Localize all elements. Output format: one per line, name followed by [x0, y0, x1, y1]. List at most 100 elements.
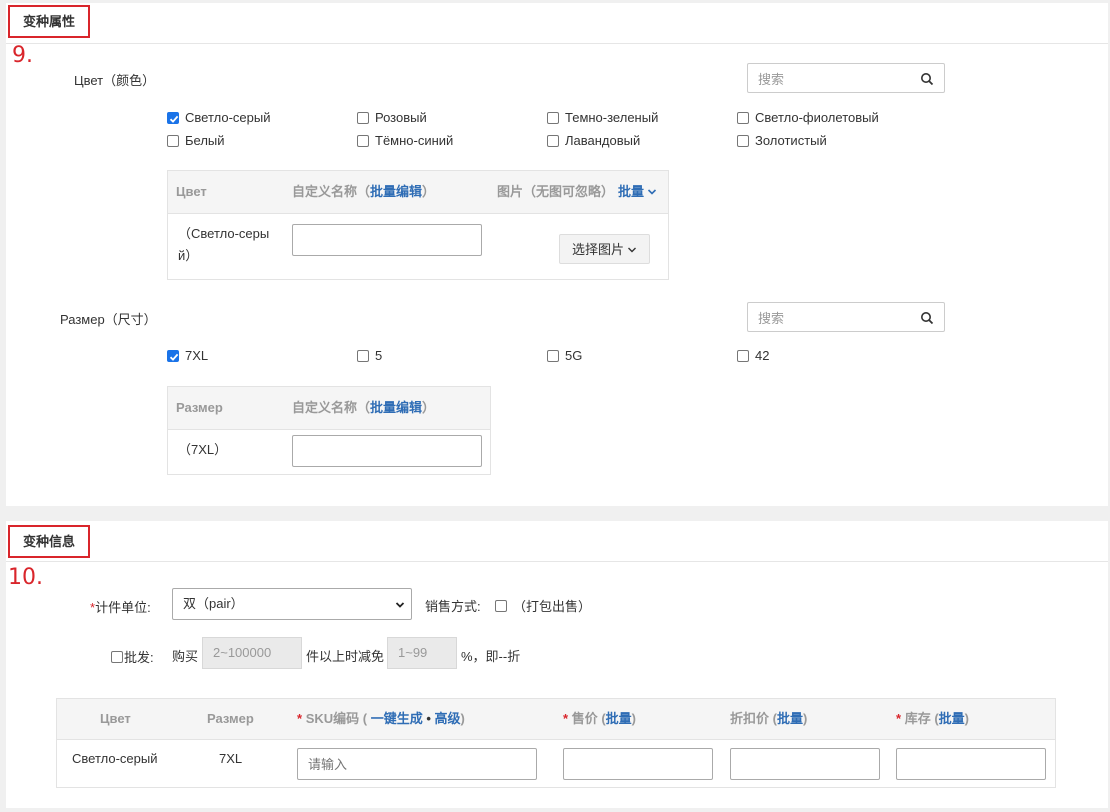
checkbox[interactable] — [357, 111, 369, 124]
variant-attributes-panel: 变种属性 9. Цвет（颜色） Светло-серый Розовый Те… — [6, 3, 1108, 506]
discount-header-text: 折扣价 — [730, 711, 770, 726]
search-icon[interactable] — [920, 72, 934, 86]
size-variant-table: Размер 自定义名称（批量编辑） （7XL） — [167, 386, 491, 475]
column-header-stock: * 库存 (批量) — [896, 711, 970, 726]
unit-label: *计件单位: — [90, 597, 151, 616]
select-image-button[interactable]: 选择图片 — [559, 234, 651, 264]
column-header-sku: * SKU编码 ( 一键生成 • 高级) — [297, 711, 465, 726]
stock-header-text: 库存 — [904, 711, 931, 726]
discount-price-input[interactable] — [730, 748, 880, 780]
size-attribute-label: Размер（尺寸） — [60, 312, 157, 327]
column-header-discount: 折扣价 (批量) — [730, 711, 808, 726]
generate-sku-link[interactable]: 一键生成 — [371, 711, 423, 726]
color-variant-table: Цвет 自定义名称（批量编辑） 图片（无图可忽略） 批量 （Светло-сер… — [167, 170, 669, 280]
color-option-svetlo-fioletovyy[interactable]: Светло-фиолетовый — [737, 110, 879, 125]
checkbox-checked[interactable] — [167, 111, 179, 124]
option-label: Темно-зеленый — [565, 110, 659, 125]
stock-batch-link[interactable]: 批量 — [939, 711, 965, 726]
option-label: Розовый — [375, 110, 427, 125]
option-label: 5G — [565, 348, 583, 363]
checkbox[interactable] — [737, 349, 749, 362]
sku-code-input[interactable] — [297, 748, 537, 780]
color-option-temno-siniy[interactable]: Тёмно-синий — [357, 133, 453, 148]
section-title: 变种属性 — [8, 5, 91, 38]
checkbox[interactable] — [167, 134, 179, 147]
row-size-label: （7XL） — [178, 442, 228, 457]
unit-select-value: 双（pair） — [183, 596, 244, 611]
size-option-42[interactable]: 42 — [737, 348, 769, 363]
option-label: （打包出售） — [513, 599, 592, 614]
color-option-temno-zelenyy[interactable]: Темно-зеленый — [547, 110, 658, 125]
size-option-5[interactable]: 5 — [357, 348, 382, 363]
option-label: Белый — [185, 133, 225, 148]
bundle-sale-option[interactable]: （打包出售） — [495, 596, 591, 615]
color-search-box[interactable] — [747, 63, 945, 93]
select-image-label: 选择图片 — [572, 242, 625, 257]
price-batch-link[interactable]: 批量 — [606, 711, 632, 726]
size-custom-name-input[interactable] — [292, 435, 482, 467]
chevron-down-icon — [395, 602, 405, 608]
color-custom-name-input[interactable] — [292, 224, 482, 256]
variant-info-panel: 变种信息 10. *计件单位: 双（pair） 销售方式: （打包出售） 批发:… — [6, 521, 1108, 808]
table-header: Цвет Размер * SKU编码 ( 一键生成 • 高级) * 售价 (批… — [57, 699, 1055, 740]
custom-name-header-text: 自定义名称 — [292, 400, 358, 415]
checkbox[interactable] — [357, 349, 369, 362]
section-title: 变种信息 — [8, 525, 91, 558]
column-header-color: Цвет — [100, 711, 131, 726]
checkbox[interactable] — [495, 599, 507, 612]
batch-edit-link[interactable]: 批量编辑 — [370, 400, 422, 415]
color-option-lavandovyy[interactable]: Лавандовый — [547, 133, 640, 148]
color-search-input[interactable] — [756, 65, 910, 93]
option-label: Светло-фиолетовый — [755, 110, 879, 125]
option-label: 5 — [375, 348, 383, 363]
color-option-rozovyy[interactable]: Розовый — [357, 110, 427, 125]
discount-batch-link[interactable]: 批量 — [777, 711, 803, 726]
row-size: 7XL — [219, 751, 243, 766]
advanced-sku-link[interactable]: 高级 — [435, 711, 461, 726]
unit-label-text: 计件单位: — [95, 600, 151, 615]
column-header-price: * 售价 (批量) — [563, 711, 637, 726]
custom-name-header-text: 自定义名称 — [292, 184, 358, 199]
size-search-input[interactable] — [756, 304, 910, 332]
option-label: Тёмно-синий — [375, 133, 454, 148]
chevron-down-icon — [628, 247, 637, 253]
checkbox[interactable] — [547, 349, 559, 362]
size-search-box[interactable] — [747, 302, 945, 332]
checkbox[interactable] — [357, 134, 369, 147]
search-icon[interactable] — [920, 311, 934, 325]
wholesale-discount-input[interactable]: 1~99 — [387, 637, 457, 669]
stock-input[interactable] — [896, 748, 1046, 780]
wholesale-option[interactable]: 批发: — [111, 647, 154, 666]
checkbox[interactable] — [111, 650, 123, 663]
column-header-color: Цвет — [176, 184, 207, 199]
size-option-7xl[interactable]: 7XL — [167, 348, 208, 363]
column-header-custom-name: 自定义名称（批量编辑） — [292, 400, 436, 415]
color-option-belyy[interactable]: Белый — [167, 133, 225, 148]
batch-edit-link[interactable]: 批量编辑 — [370, 184, 422, 199]
panel-header: 变种信息 — [6, 521, 1108, 562]
unit-select[interactable]: 双（pair） — [172, 588, 412, 620]
panel-header: 变种属性 — [6, 3, 1108, 44]
checkbox-checked[interactable] — [167, 349, 179, 362]
checkbox[interactable] — [737, 111, 749, 124]
size-option-5g[interactable]: 5G — [547, 348, 582, 363]
price-header-text: 售价 — [571, 711, 598, 726]
sku-header-text: SKU编码 — [305, 711, 360, 726]
wholesale-quantity-input[interactable]: 2~100000 — [202, 637, 302, 669]
row-color-label-line1: （Светло-серы — [178, 226, 270, 241]
checkbox[interactable] — [547, 134, 559, 147]
chevron-down-icon — [647, 189, 657, 195]
column-header-custom-name: 自定义名称（批量编辑） — [292, 184, 436, 199]
batch-dropdown[interactable]: 批量 — [618, 184, 657, 199]
step-number: 9. — [12, 43, 33, 68]
color-option-zolotistyy[interactable]: Золотистый — [737, 133, 827, 148]
column-header-size: Размер — [176, 400, 223, 415]
color-option-svetlo-seryy[interactable]: Светло-серый — [167, 110, 270, 125]
price-input[interactable] — [563, 748, 713, 780]
checkbox[interactable] — [547, 111, 559, 124]
buy-label: 购买 — [172, 649, 199, 664]
checkbox[interactable] — [737, 134, 749, 147]
option-label: 42 — [755, 348, 770, 363]
color-attribute-label: Цвет（颜色） — [74, 73, 156, 88]
table-header: Цвет 自定义名称（批量编辑） 图片（无图可忽略） 批量 — [168, 171, 668, 214]
